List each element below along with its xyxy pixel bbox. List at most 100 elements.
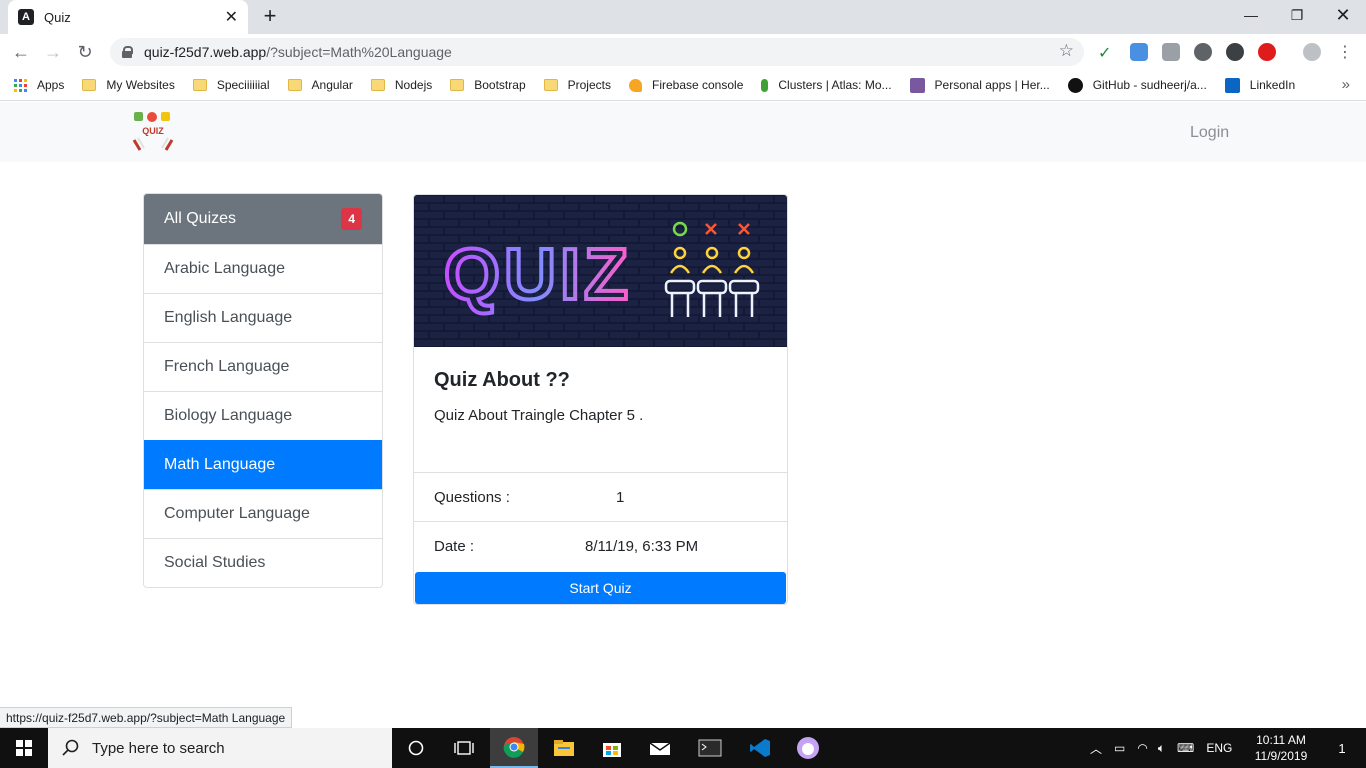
url-host: quiz-f25d7.web.app	[144, 44, 267, 60]
bookmark-folder[interactable]: Angular	[287, 78, 353, 92]
bookmark-folder[interactable]: Bootstrap	[450, 78, 526, 92]
address-bar[interactable]: quiz-f25d7.web.app/?subject=Math%20Langu…	[110, 38, 1084, 66]
terminal-icon[interactable]	[686, 728, 734, 768]
cortana-icon[interactable]	[392, 728, 440, 768]
task-view-icon[interactable]	[440, 728, 488, 768]
browser-menu-icon[interactable]: ⋮	[1332, 39, 1358, 65]
extension-opera-icon[interactable]	[1258, 43, 1276, 61]
new-tab-button[interactable]: +	[258, 4, 282, 28]
mail-icon[interactable]	[636, 728, 684, 768]
language-indicator[interactable]: ENG	[1206, 741, 1232, 755]
bookmark-label: Personal apps | Her...	[934, 78, 1050, 92]
category-item-english[interactable]: English Language	[144, 293, 382, 342]
extension-checkmark-icon[interactable]: ✓	[1098, 43, 1116, 62]
logo-text: QUIZ	[142, 126, 164, 136]
category-item-social-studies[interactable]: Social Studies	[144, 538, 382, 587]
start-quiz-button[interactable]: Start Quiz	[415, 572, 786, 604]
folder-icon	[543, 79, 558, 91]
bookmarks-bar: Apps My Websites Speciiiiiial Angular No…	[0, 70, 1366, 101]
bookmark-firebase[interactable]: Firebase console	[628, 78, 744, 92]
quiz-count-badge: 4	[341, 208, 362, 230]
chrome-taskbar-icon[interactable]	[490, 728, 538, 768]
bookmark-heroku[interactable]: Personal apps | Her...	[909, 77, 1050, 93]
login-link[interactable]: Login	[1190, 124, 1229, 142]
bookmark-folder[interactable]: My Websites	[82, 78, 175, 92]
microsoft-store-icon[interactable]	[588, 728, 636, 768]
date-label: Date :	[434, 538, 475, 555]
questions-label: Questions :	[434, 489, 510, 506]
bookmark-apps[interactable]: Apps	[14, 78, 64, 92]
category-item-computer[interactable]: Computer Language	[144, 489, 382, 538]
github-desktop-icon[interactable]	[784, 728, 832, 768]
folder-icon	[82, 79, 97, 91]
lock-icon	[122, 46, 133, 58]
all-quizzes-header[interactable]: All Quizes 4	[144, 194, 382, 244]
battery-icon[interactable]: ▭	[1114, 741, 1125, 755]
link-status-bubble: https://quiz-f25d7.web.app/?subject=Math…	[0, 707, 293, 728]
close-tab-icon[interactable]: ✕	[225, 7, 238, 27]
volume-icon[interactable]: 🔈︎	[1158, 741, 1165, 756]
taskbar-search-box[interactable]: Type here to search	[48, 728, 392, 768]
extension-shield-icon[interactable]	[1226, 43, 1244, 61]
bookmark-atlas[interactable]: Clusters | Atlas: Mo...	[761, 78, 892, 92]
bookmark-label: Clusters | Atlas: Mo...	[778, 78, 892, 92]
system-clock[interactable]: 10:11 AM 11/9/2019	[1247, 732, 1315, 764]
tab-title: Quiz	[44, 9, 71, 25]
category-item-math[interactable]: Math Language	[144, 440, 382, 489]
bookmark-label: Apps	[37, 78, 65, 92]
banner-quiz-text: QUIZ	[444, 235, 632, 315]
clock-time: 10:11 AM	[1256, 733, 1306, 747]
close-window-button[interactable]: ✕	[1320, 0, 1366, 30]
mongodb-leaf-icon	[761, 78, 769, 92]
search-placeholder: Type here to search	[92, 739, 225, 757]
category-item-biology[interactable]: Biology Language	[144, 391, 382, 440]
windows-start-button[interactable]	[0, 728, 48, 768]
category-item-french[interactable]: French Language	[144, 342, 382, 391]
all-quizzes-label: All Quizes	[164, 210, 237, 227]
search-icon	[62, 739, 79, 756]
vscode-icon[interactable]	[736, 728, 784, 768]
apps-grid-icon	[14, 78, 27, 92]
bookmark-folder[interactable]: Nodejs	[370, 78, 433, 92]
forward-button[interactable]: →	[40, 39, 66, 65]
folder-icon	[450, 79, 465, 91]
extension-download-icon[interactable]	[1130, 43, 1148, 61]
browser-tab-strip: A Quiz ✕ + — ❐ ✕	[0, 0, 1366, 34]
extension-link-icon[interactable]	[1194, 43, 1212, 61]
restore-window-button[interactable]: ❐	[1274, 0, 1320, 30]
url-path: /?subject=Math%20Language	[266, 44, 452, 60]
file-explorer-icon[interactable]	[540, 728, 588, 768]
bookmark-label: GitHub - sudheerj/a...	[1092, 78, 1207, 92]
show-hidden-icons-icon[interactable]: ︿	[1090, 740, 1102, 757]
date-value: 8/11/19, 6:33 PM	[585, 538, 699, 555]
minimize-window-button[interactable]: —	[1228, 0, 1274, 30]
quiz-logo[interactable]: QUIZ	[128, 110, 178, 156]
bookmark-folder[interactable]: Projects	[543, 78, 611, 92]
firebase-icon	[628, 78, 642, 92]
category-item-arabic[interactable]: Arabic Language	[144, 244, 382, 293]
bookmark-github[interactable]: GitHub - sudheerj/a...	[1067, 77, 1207, 93]
linkedin-icon	[1224, 77, 1240, 93]
bookmark-label: Firebase console	[651, 78, 744, 92]
bookmark-star-icon[interactable]: ☆	[1059, 41, 1074, 61]
reload-button[interactable]: ↻	[72, 39, 98, 65]
site-navbar: QUIZ Login	[0, 102, 1366, 162]
keyboard-icon[interactable]: ⌨︎	[1177, 741, 1194, 755]
windows-logo-icon	[16, 740, 32, 756]
windows-taskbar: Type here to search ︿ ▭ ◠ 🔈︎ ⌨︎ ENG 10:1…	[0, 728, 1366, 768]
bookmark-folder[interactable]: Speciiiiiial	[192, 78, 270, 92]
bookmark-label: My Websites	[106, 78, 175, 92]
bookmark-label: LinkedIn	[1249, 78, 1296, 92]
action-center-icon[interactable]: 1	[1318, 728, 1366, 768]
wifi-icon[interactable]: ◠	[1137, 741, 1147, 755]
profile-avatar[interactable]	[1303, 43, 1321, 61]
quiz-neon-banner-image: QUIZ	[414, 195, 787, 347]
more-bookmarks-icon[interactable]: »	[1342, 76, 1350, 93]
browser-tab[interactable]: A Quiz ✕	[8, 0, 248, 34]
folder-icon	[192, 79, 207, 91]
extension-camera-icon[interactable]	[1162, 43, 1180, 61]
bookmark-label: Nodejs	[394, 78, 433, 92]
back-button[interactable]: ←	[8, 39, 34, 65]
bookmark-linkedin[interactable]: LinkedIn	[1224, 77, 1296, 93]
questions-row: Questions : 1	[414, 472, 787, 522]
